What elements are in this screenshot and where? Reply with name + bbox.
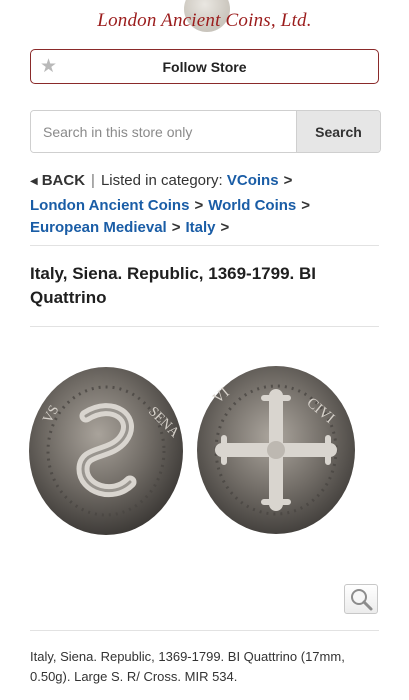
coin-photo[interactable]: SENA VS CIVI VI	[28, 364, 358, 536]
item-title: Italy, Siena. Republic, 1369-1799. BI Qu…	[30, 264, 316, 307]
logo-text: London Ancient Coins, Ltd.	[97, 10, 312, 31]
breadcrumb-link-italy[interactable]: Italy	[185, 219, 215, 236]
breadcrumb-link-vcoins[interactable]: VCoins	[227, 172, 279, 189]
category-prefix: Listed in category:	[100, 172, 223, 189]
coin-obverse: SENA VS	[29, 367, 183, 535]
breadcrumb-arrow: >	[301, 196, 311, 214]
back-label: BACK	[41, 172, 86, 189]
divider	[30, 630, 379, 631]
breadcrumb: ◀ BACK | Listed in category: VCoins > London…	[30, 170, 390, 240]
follow-store-button[interactable]: ★ Follow Store	[30, 49, 379, 84]
breadcrumb-arrow: >	[283, 172, 293, 189]
divider	[30, 245, 379, 246]
breadcrumb-arrow: >	[194, 196, 204, 214]
coin-reverse: CIVI VI	[197, 366, 355, 534]
zoom-magnifier-icon	[351, 589, 373, 611]
breadcrumb-separator: |	[91, 172, 95, 189]
zoom-button[interactable]	[344, 584, 378, 614]
search-input[interactable]	[31, 111, 297, 152]
store-search: Search	[30, 110, 381, 153]
breadcrumb-link-world-coins[interactable]: World Coins	[208, 197, 296, 214]
divider	[30, 326, 379, 327]
breadcrumb-link-london-ancient-coins[interactable]: London Ancient Coins	[30, 197, 189, 214]
back-link[interactable]: ◀ BACK	[30, 172, 85, 189]
item-description: Italy, Siena. Republic, 1369-1799. BI Qu…	[30, 649, 345, 684]
follow-store-label: Follow Store	[162, 59, 247, 75]
store-logo[interactable]: London Ancient Coins, Ltd.	[0, 0, 409, 38]
breadcrumb-link-european-medieval[interactable]: European Medieval	[30, 219, 167, 236]
breadcrumb-arrow: >	[171, 219, 181, 236]
breadcrumb-arrow: >	[220, 219, 230, 236]
search-button[interactable]: Search	[296, 111, 380, 152]
back-triangle-icon: ◀	[30, 176, 38, 187]
